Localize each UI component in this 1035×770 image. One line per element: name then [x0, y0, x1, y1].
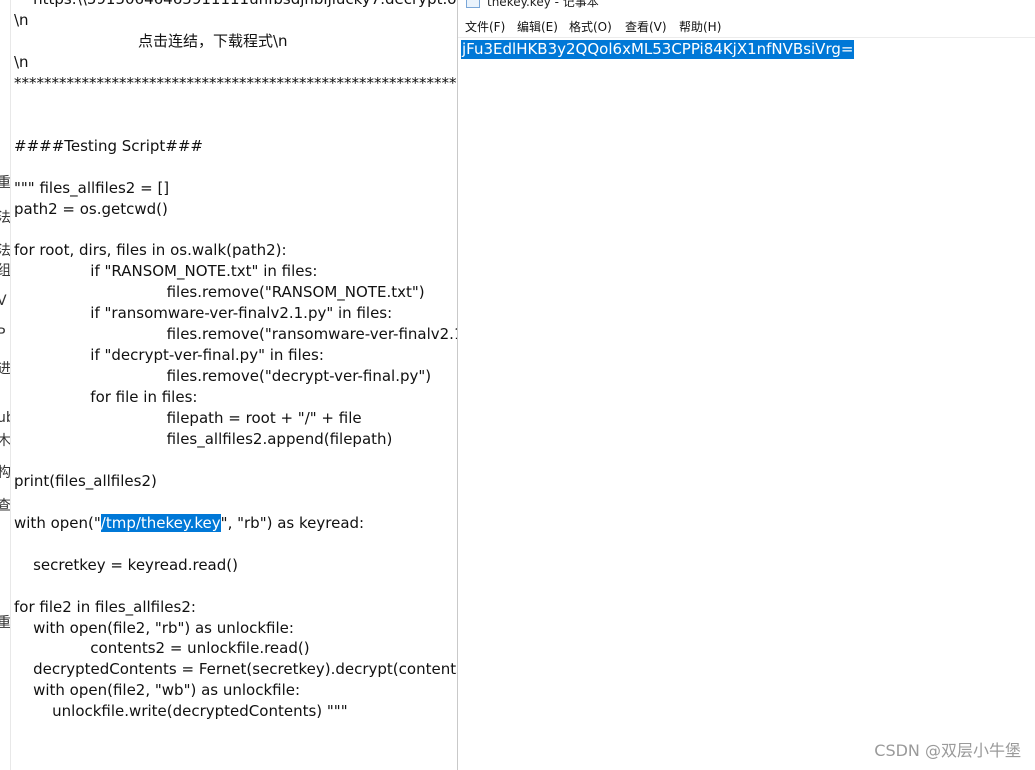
code-line: https:\\59150646465911111unfbsdjnbijluck… [14, 0, 458, 9]
code-line: files.remove("decrypt-ver-final.py") [14, 367, 432, 386]
code-line: ****************************************… [14, 73, 458, 92]
csdn-watermark: CSDN @双层小牛堡 [874, 741, 1021, 760]
menu-view[interactable]: 查看(V) [625, 18, 667, 35]
background-text-fragment: 查 [0, 498, 10, 514]
code-line: files.remove("ransomware-ver-finalv2.1.p… [14, 325, 458, 344]
notepad-title: thekey.key - 记事本 [487, 0, 599, 9]
selected-key-path[interactable]: /tmp/thekey.key [100, 513, 221, 532]
selected-key-text[interactable]: jFu3EdlHKB3y2QQol6xML53CPPi84KjX1nfNVBsi… [461, 40, 855, 59]
background-text-fragment: 法 [0, 243, 10, 259]
code-line: contents2 = unlockfile.read() [14, 639, 310, 658]
code-text: with open(" [14, 513, 101, 532]
background-window-sliver: 重法法组VP进ub木构查重 [0, 0, 10, 770]
background-text-fragment: 进 [0, 361, 10, 377]
code-line: 点击连结，下载程式\n [14, 31, 288, 50]
background-text-fragment: 重 [0, 175, 10, 191]
background-text-fragment: 重 [0, 615, 10, 631]
code-line: \n [14, 10, 29, 29]
background-text-fragment: 组 [0, 263, 10, 279]
code-line: files.remove("RANSOM_NOTE.txt") [14, 283, 425, 302]
code-line: files_allfiles2.append(filepath) [14, 429, 393, 448]
code-line: if "RANSOM_NOTE.txt" in files: [14, 262, 318, 281]
code-line: """ files_allfiles2 = [] [14, 178, 170, 197]
code-text: ", "rb") as keyread: [220, 513, 365, 532]
code-line: if "decrypt-ver-final.py" in files: [14, 346, 324, 365]
code-line: for file in files: [14, 388, 198, 407]
menu-help[interactable]: 帮助(H) [679, 18, 721, 35]
code-line: if "ransomware-ver-finalv2.1.py" in file… [14, 304, 393, 323]
code-line: \n [14, 52, 29, 71]
notepad-menubar: 文件(F) 编辑(E) 格式(O) 查看(V) 帮助(H) [458, 16, 1035, 36]
code-line: ####Testing Script### [14, 136, 203, 155]
code-line: with open(file2, "wb") as unlockfile: [14, 681, 301, 700]
background-text-fragment: V [0, 293, 7, 309]
code-line-with-open: with open("/tmp/thekey.key", "rb") as ke… [14, 513, 364, 533]
code-line: for root, dirs, files in os.walk(path2): [14, 241, 287, 260]
code-line: path2 = os.getcwd() [14, 199, 168, 218]
background-text-fragment: 木 [0, 433, 10, 449]
background-text-fragment: 法 [0, 210, 10, 226]
code-line: filepath = root + "/" + file [14, 409, 362, 427]
code-line: unlockfile.write(decryptedContents) """ [14, 702, 348, 721]
notepad-text-area[interactable]: jFu3EdlHKB3y2QQol6xML53CPPi84KjX1nfNVBsi… [458, 37, 1035, 770]
menu-file[interactable]: 文件(F) [465, 18, 505, 35]
code-line: print(files_allfiles2) [14, 471, 157, 490]
notepad-titlebar: thekey.key - 记事本 [458, 0, 1035, 9]
code-line: for file2 in files_allfiles2: [14, 597, 196, 616]
notepad-window: thekey.key - 记事本 文件(F) 编辑(E) 格式(O) 查看(V)… [458, 0, 1035, 770]
background-text-fragment: P [0, 326, 6, 342]
code-editor[interactable]: https:\\59150646465911111unfbsdjnbijluck… [10, 0, 458, 770]
code-line: secretkey = keyread.read() [14, 555, 238, 574]
background-text-fragment: 构 [0, 465, 10, 481]
code-line: with open(file2, "rb") as unlockfile: [14, 618, 294, 637]
background-text-fragment: ub [0, 410, 10, 426]
menu-format[interactable]: 格式(O) [569, 18, 612, 35]
menu-edit[interactable]: 编辑(E) [517, 18, 558, 35]
code-line: decryptedContents = Fernet(secretkey).de… [14, 660, 458, 679]
notepad-icon [466, 0, 480, 8]
